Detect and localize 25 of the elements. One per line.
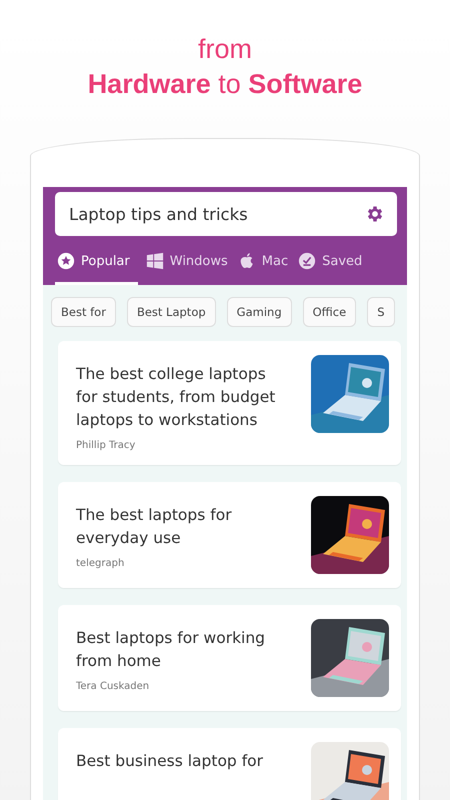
- filter-chip[interactable]: Office: [302, 297, 356, 327]
- filter-chip[interactable]: Best for: [51, 297, 116, 327]
- filter-chip[interactable]: Gaming: [226, 297, 292, 327]
- headline-title: Hardware to Software: [86, 68, 364, 101]
- filter-chip[interactable]: Best Laptop: [126, 297, 216, 327]
- article-title: The best laptops for everyday use: [76, 505, 233, 549]
- article-title: Best business laptop for: [76, 751, 264, 772]
- filter-chip[interactable]: S: [367, 297, 395, 327]
- article-card[interactable]: The best laptops for everyday use telegraph: [58, 482, 401, 588]
- article-source: telegraph: [76, 558, 126, 569]
- tab[interactable]: Mac: [236, 248, 290, 285]
- article-title: The best college laptops for students, from budget laptops to workstations: [76, 364, 276, 431]
- settings-icon[interactable]: [365, 204, 385, 224]
- article-card[interactable]: Best laptops for working from home Tera Cuskaden: [58, 605, 401, 711]
- article-card[interactable]: The best college laptops for students, from budget laptops to workstations Phillip Tracy: [58, 341, 401, 465]
- headline-intro: from: [197, 33, 253, 66]
- article-source: Phillip Tracy: [76, 440, 136, 451]
- check-icon: [298, 252, 316, 270]
- tab[interactable]: Saved: [296, 248, 364, 285]
- article-title: Best laptops for working from home: [76, 628, 266, 672]
- tab[interactable]: Windows: [144, 248, 230, 285]
- article-source: Tera Cuskaden: [76, 681, 150, 692]
- search-field[interactable]: Laptop tips and tricks: [55, 192, 397, 236]
- windows-icon: [146, 252, 164, 270]
- article-card[interactable]: Best business laptop for: [58, 728, 401, 800]
